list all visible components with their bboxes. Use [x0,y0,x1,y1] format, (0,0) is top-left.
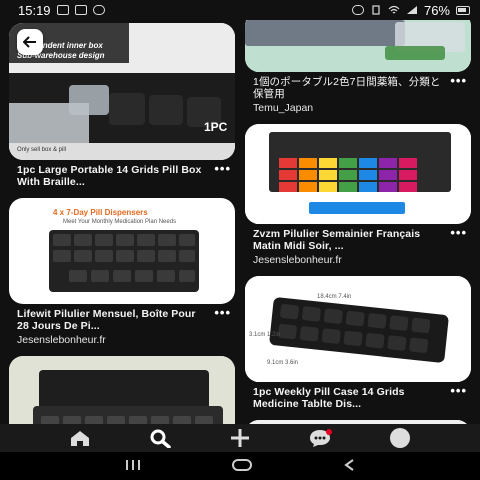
pin-card[interactable]: 18.4cm 7.4in 3.1cm 1.2in 9.1cm 3.6in 1pc… [245,276,471,410]
pin-card[interactable]: 1PC Independent inner box Sub-warehouse … [9,23,235,188]
pin-title[interactable]: Zvzm Pilulier Semainier Français Matin M… [253,228,446,252]
nav-messages[interactable] [300,426,340,450]
nav-search[interactable] [140,426,180,450]
cloud-icon [92,5,105,15]
pin-image[interactable]: 18.4cm 7.4in 3.1cm 1.2in 9.1cm 3.6in [245,276,471,382]
pin-source[interactable]: Jesenslebonheur.fr [245,254,471,266]
back-arrow-icon [23,36,36,48]
pin-card[interactable]: Zvzm Pilulier Semainier Français Matin M… [245,124,471,266]
plus-icon [231,429,249,447]
more-options-button[interactable]: ••• [210,162,231,175]
vibrate-icon [372,5,380,15]
status-bar: 15:19 76% [0,0,480,20]
pill-box-photo [245,20,471,72]
image-icon [74,5,87,15]
battery-icon [456,5,470,15]
wifi-icon [388,5,400,14]
pin-card[interactable]: 1個のポータブル2色7日間薬箱、分類と保管用 ••• Temu_Japan [245,20,471,114]
more-options-button[interactable]: ••• [446,384,467,397]
notification-icon [56,5,69,15]
pill-box-photo [245,276,471,382]
status-time: 15:19 [18,2,51,18]
more-options-button[interactable]: ••• [210,306,231,319]
pin-image[interactable] [245,124,471,224]
pin-card[interactable] [9,356,235,424]
recent-apps-button[interactable] [124,458,142,475]
recent-apps-icon [126,459,141,470]
bottom-navbar [0,424,480,452]
dimension-label: 9.1cm 3.6in [267,360,299,366]
nav-create[interactable] [220,426,260,450]
alarm-icon [351,5,364,15]
more-options-button[interactable]: ••• [446,74,467,87]
image-footer: Only sell box & pill [17,147,67,153]
pin-image[interactable] [9,356,235,424]
avatar-icon [390,428,410,448]
pin-title[interactable]: 1個のポータブル2色7日間薬箱、分類と保管用 [253,76,446,100]
pin-card[interactable]: 4 x 7-Day Pill Dispensers Meet Your Mont… [9,198,235,346]
feed-column-right: 1個のポータブル2色7日間薬箱、分類と保管用 ••• Temu_Japan Zv… [245,20,471,424]
battery-text: 76% [423,2,450,18]
more-options-button[interactable]: ••• [446,226,467,239]
back-system-button[interactable] [342,458,356,475]
home-icon [71,431,89,446]
signal-icon [406,6,417,14]
dimension-label: 18.4cm 7.4in [317,294,352,300]
chat-icon [310,429,332,447]
pin-image[interactable] [245,20,471,72]
pin-source[interactable]: Temu_Japan [245,102,471,114]
pin-feed[interactable]: 1PC Independent inner box Sub-warehouse … [0,20,480,424]
pin-image[interactable]: 1PC Independent inner box Sub-warehouse … [9,23,235,160]
feed-column-left: 1PC Independent inner box Sub-warehouse … [9,23,235,424]
pill-box-photo [245,124,471,224]
home-button[interactable] [231,458,253,475]
badge-text: 1PC [204,120,228,134]
system-navbar [0,452,480,480]
pill-box-photo [9,356,235,424]
back-chevron-icon [343,458,354,471]
nav-profile[interactable] [380,426,420,450]
image-subline: Meet Your Monthly Medication Plan Needs [63,219,177,225]
pin-title[interactable]: 1pc Weekly Pill Case 14 Grids Medicine T… [253,386,446,410]
pin-image[interactable]: 4 x 7-Day Pill Dispensers Meet Your Mont… [9,198,235,304]
pin-source[interactable]: Jesenslebonheur.fr [9,334,235,346]
nav-home[interactable] [60,426,100,450]
pin-title[interactable]: 1pc Large Portable 14 Grids Pill Box Wit… [17,164,210,188]
search-icon [150,429,171,448]
pin-title[interactable]: Lifewit Pilulier Mensuel, Boîte Pour 28 … [17,308,210,332]
back-button[interactable] [17,29,43,55]
dimension-label: 3.1cm 1.2in [249,332,281,338]
home-pill-icon [231,458,252,471]
image-headline: 4 x 7-Day Pill Dispensers [53,208,148,217]
